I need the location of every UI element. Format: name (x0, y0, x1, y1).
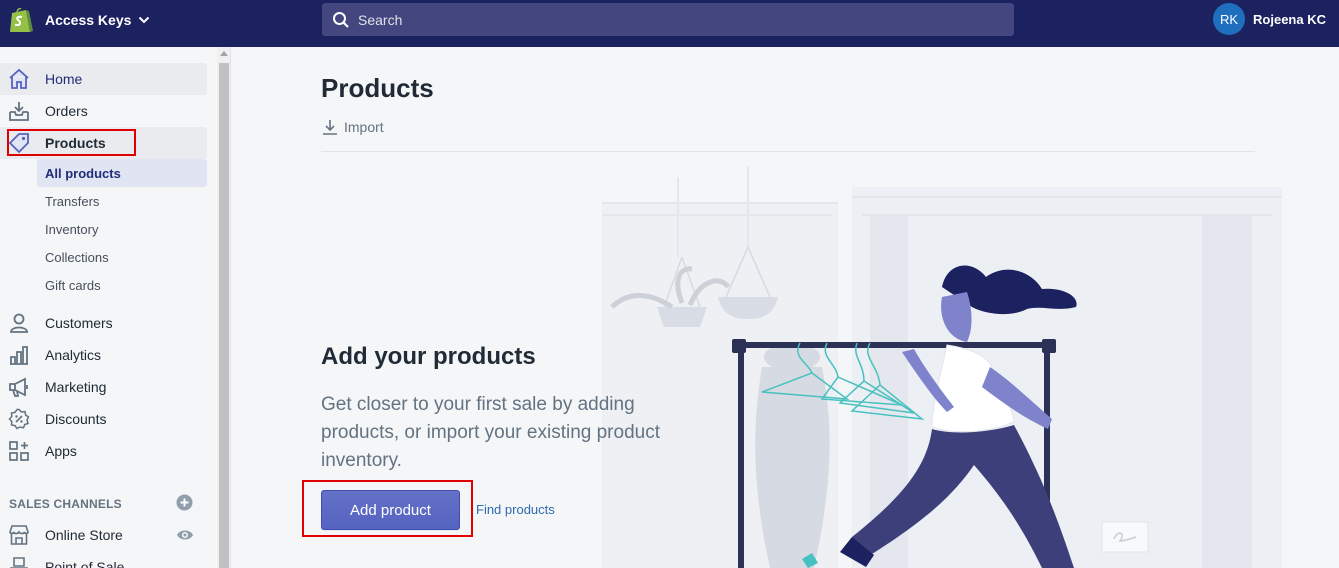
search-bar[interactable] (322, 3, 1014, 36)
store-name: Access Keys (45, 12, 132, 28)
scroll-up-arrow-icon[interactable] (220, 51, 228, 56)
sidebar-item-label: Products (45, 135, 106, 151)
add-sales-channel-icon[interactable] (176, 494, 193, 511)
store-switcher[interactable]: Access Keys (8, 6, 150, 34)
sidebar-item-analytics[interactable]: Analytics (0, 339, 207, 371)
user-name: Rojeena KC (1253, 11, 1326, 27)
find-products-link[interactable]: Find products (476, 502, 555, 517)
sidebar-subitem-label: Gift cards (45, 277, 101, 293)
search-icon (333, 11, 349, 28)
user-menu[interactable]: RK Rojeena KC (1213, 3, 1326, 35)
sidebar-subitem-collections[interactable]: Collections (37, 243, 207, 271)
main-content: Products Import Add your products Get cl… (232, 47, 1339, 568)
sidebar-item-label: Point of Sale (45, 559, 125, 568)
sidebar-item-discounts[interactable]: Discounts (0, 403, 207, 435)
search-input[interactable] (358, 11, 958, 28)
discount-icon (8, 408, 30, 430)
sidebar-item-label: Home (45, 71, 83, 87)
avatar: RK (1213, 3, 1246, 35)
sidebar-subitem-all-products[interactable]: All products (37, 159, 207, 187)
sidebar-item-apps[interactable]: Apps (0, 435, 207, 467)
sidebar-subitem-label: All products (45, 165, 121, 181)
sidebar-subitem-gift-cards[interactable]: Gift cards (37, 271, 207, 299)
sidebar-item-label: Orders (45, 103, 88, 119)
sidebar-item-label: Customers (45, 315, 113, 331)
sidebar-item-point-of-sale[interactable]: Point of Sale (0, 551, 207, 568)
page-title: Products (321, 73, 434, 103)
sidebar-item-home[interactable]: Home (0, 63, 207, 95)
sidebar-subitem-inventory[interactable]: Inventory (37, 215, 207, 243)
sidebar-item-label: Analytics (45, 347, 102, 363)
sidebar-subitem-label: Inventory (45, 221, 99, 237)
view-store-eye-icon[interactable] (176, 528, 194, 542)
import-button[interactable]: Import (322, 119, 384, 135)
megaphone-icon (8, 376, 30, 398)
import-label: Import (344, 119, 384, 135)
sidebar-item-label: Apps (45, 443, 77, 459)
sidebar-item-marketing[interactable]: Marketing (0, 371, 207, 403)
sidebar-item-customers[interactable]: Customers (0, 307, 207, 339)
home-icon (8, 68, 30, 90)
sidebar-item-orders[interactable]: Orders (0, 95, 207, 127)
sidebar-subitem-transfers[interactable]: Transfers (37, 187, 207, 215)
bar-chart-icon (8, 344, 30, 366)
apps-icon (8, 440, 30, 462)
scrollbar-thumb[interactable] (219, 63, 229, 568)
sidebar-item-label: Discounts (45, 411, 107, 427)
sidebar-item-products[interactable]: Products (0, 127, 207, 159)
sidebar-item-label: Marketing (45, 379, 107, 395)
tag-icon (8, 132, 30, 154)
chevron-down-icon (139, 16, 150, 24)
orders-icon (8, 100, 30, 122)
add-product-button[interactable]: Add product (321, 490, 460, 530)
person-icon (8, 312, 30, 334)
empty-state-illustration (602, 167, 1282, 568)
empty-state-description: Get closer to your first sale by adding … (321, 394, 660, 471)
sidebar-subitem-label: Collections (45, 249, 109, 265)
pos-icon (8, 556, 30, 568)
store-icon (8, 524, 30, 546)
sidebar-subitem-label: Transfers (45, 193, 100, 209)
header-divider (321, 151, 1255, 152)
sales-channels-title: SALES CHANNELS (9, 497, 122, 511)
empty-state-title: Add your products (321, 343, 536, 370)
sidebar-item-label: Online Store (45, 527, 123, 543)
top-bar: Access Keys RK Rojeena KC (0, 0, 1339, 47)
shopify-logo-icon (10, 7, 33, 32)
import-icon (323, 120, 337, 135)
sidebar: Home Orders Products All products Transf… (0, 47, 231, 568)
